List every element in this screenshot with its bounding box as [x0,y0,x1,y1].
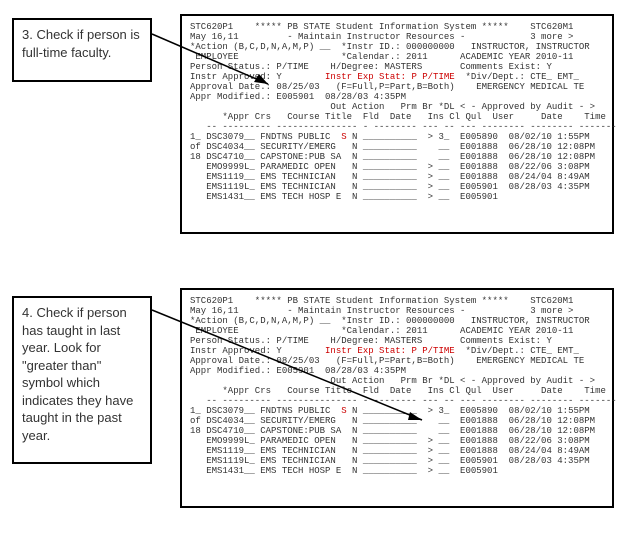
instruction-note-2: 4. Check if person has taught in last ye… [12,296,152,464]
note-1-text: 3. Check if person is full-time faculty. [22,27,140,60]
terminal-panel-1: STC620P1 ***** PB STATE Student Informat… [180,14,614,234]
terminal-panel-2: STC620P1 ***** PB STATE Student Informat… [180,288,614,508]
instruction-note-1: 3. Check if person is full-time faculty. [12,18,152,82]
note-2-text: 4. Check if person has taught in last ye… [22,305,133,443]
